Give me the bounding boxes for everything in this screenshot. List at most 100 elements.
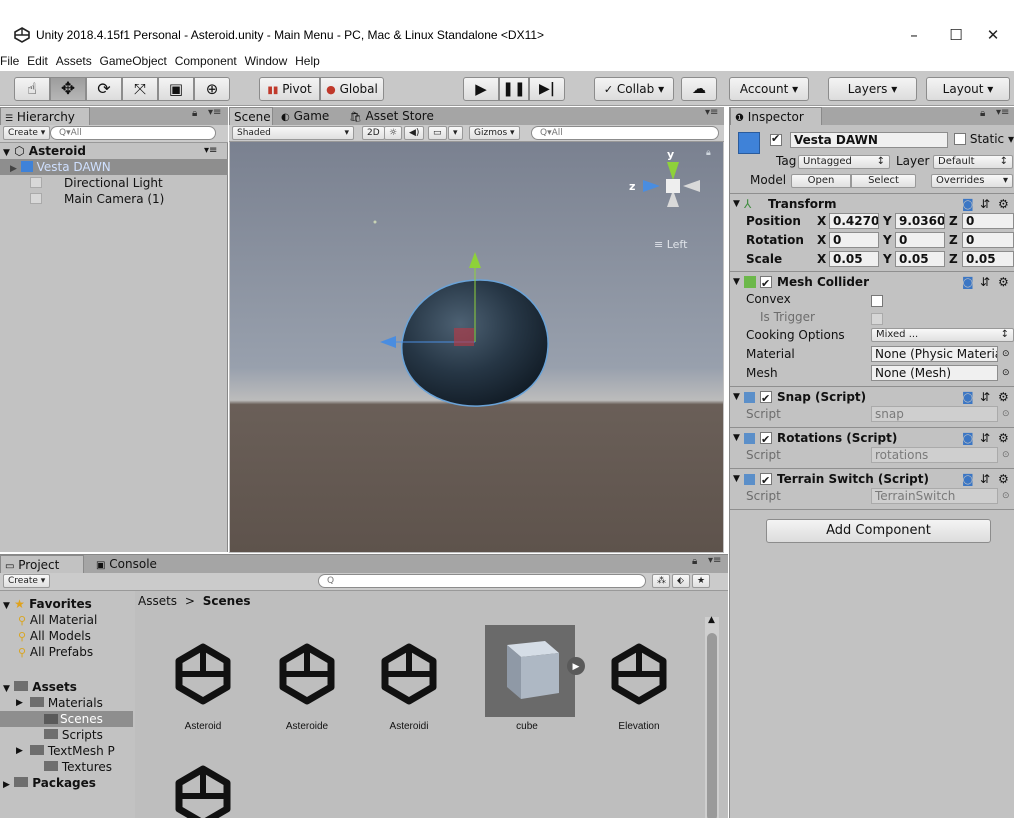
hierarchy-item-vesta-dawn[interactable]: ▶ Vesta DAWN xyxy=(0,159,228,175)
folder-textmesh[interactable]: ▶ TextMesh P xyxy=(16,743,115,759)
lock-icon[interactable]: 🔒︎ xyxy=(192,108,197,119)
tab-project[interactable]: ▭ Project xyxy=(0,555,84,573)
tag-dropdown[interactable]: Untagged ↕ xyxy=(798,155,890,169)
lock-icon[interactable]: 🔒︎ xyxy=(980,108,985,119)
menu-window[interactable]: Window xyxy=(245,51,288,71)
transform-tool-button[interactable]: ⊕ xyxy=(194,77,230,101)
breadcrumb-scenes[interactable]: Scenes xyxy=(203,594,251,608)
material-object-field[interactable]: None (Physic Materia xyxy=(871,346,998,362)
account-dropdown[interactable]: Account ▾ xyxy=(729,77,809,101)
filter-type-button[interactable]: ⁂ xyxy=(652,574,670,588)
project-search-input[interactable]: Q xyxy=(318,574,646,588)
transform-header[interactable]: ▼ ⅄ Transform ◙ ⇵ ⚙ xyxy=(730,193,1014,213)
effects-toggle[interactable]: ▭ xyxy=(428,126,447,140)
hierarchy-item-main-camera[interactable]: Main Camera (1) xyxy=(0,191,228,207)
view-mode-label[interactable]: ≡ Left xyxy=(654,238,687,251)
panel-menu-icon[interactable]: ▾≡ xyxy=(705,107,718,118)
hierarchy-scene-row[interactable]: ▼ ⬡ Asteroid ▾≡ xyxy=(0,143,228,159)
panel-menu-icon[interactable]: ▾≡ xyxy=(996,107,1009,118)
tab-hierarchy[interactable]: ☰ Hierarchy xyxy=(0,107,90,125)
preset-icon[interactable]: ⇵ xyxy=(980,194,990,214)
2d-toggle[interactable]: 2D xyxy=(362,126,385,140)
lighting-toggle[interactable]: ☼ xyxy=(384,126,403,140)
gear-icon[interactable]: ⚙ xyxy=(998,272,1009,292)
scene-search-input[interactable]: Q▾All xyxy=(531,126,719,140)
hand-tool-button[interactable]: ☝ xyxy=(14,77,50,101)
scroll-up-icon[interactable]: ▲ xyxy=(708,615,715,625)
panel-menu-icon[interactable]: ▾≡ xyxy=(708,555,721,566)
scene-menu-icon[interactable]: ▾≡ xyxy=(204,143,217,159)
project-create-button[interactable]: Create ▾ xyxy=(3,574,51,588)
scale-x-field[interactable]: 0.05 xyxy=(829,251,879,267)
menu-edit[interactable]: Edit xyxy=(27,51,48,71)
help-icon[interactable]: ◙ xyxy=(962,428,974,448)
folder-materials[interactable]: ▶ Materials xyxy=(16,695,103,711)
lock-icon[interactable]: 🔒︎ xyxy=(692,556,697,567)
object-picker-icon[interactable]: ⊙ xyxy=(1002,364,1010,382)
preset-icon[interactable]: ⇵ xyxy=(980,272,990,292)
rotation-x-field[interactable]: 0 xyxy=(829,232,879,248)
project-scrollbar[interactable]: ▲ xyxy=(705,615,719,818)
hierarchy-search-input[interactable]: Q▾All xyxy=(50,126,216,140)
asset-asteroid[interactable]: Asteroid xyxy=(155,621,251,741)
scrollbar-thumb[interactable] xyxy=(707,633,717,818)
position-x-field[interactable]: 0.4270 xyxy=(829,213,879,229)
tab-scene[interactable]: Scene xyxy=(229,107,273,125)
snap-enabled-checkbox[interactable] xyxy=(760,389,772,409)
y-axis-handle-icon[interactable] xyxy=(469,252,481,268)
menu-gameobject[interactable]: GameObject xyxy=(100,51,167,71)
is-trigger-checkbox[interactable] xyxy=(871,313,883,325)
menu-component[interactable]: Component xyxy=(175,51,237,71)
z-axis-handle-icon[interactable] xyxy=(380,336,396,348)
add-component-button[interactable]: Add Component xyxy=(766,519,991,543)
step-button[interactable]: ▶| xyxy=(529,77,565,101)
convex-checkbox[interactable] xyxy=(871,295,883,307)
minimize-button[interactable]: – xyxy=(899,24,929,46)
scale-y-field[interactable]: 0.05 xyxy=(895,251,945,267)
cooking-options-dropdown[interactable]: Mixed ... ↕ xyxy=(871,328,1014,342)
rotations-enabled-checkbox[interactable] xyxy=(760,430,772,450)
snap-script-header[interactable]: ▼ Snap (Script) ◙ ⇵ ⚙ xyxy=(730,386,1014,409)
gear-icon[interactable]: ⚙ xyxy=(998,428,1009,448)
expand-asset-icon[interactable]: ▶ xyxy=(567,657,585,675)
scale-tool-button[interactable]: ⤧ xyxy=(122,77,158,101)
hierarchy-create-button[interactable]: Create ▾ xyxy=(3,126,51,140)
filter-label-button[interactable]: ⬖ xyxy=(672,574,690,588)
mesh-collider-enabled-checkbox[interactable] xyxy=(760,274,772,294)
gear-icon[interactable]: ⚙ xyxy=(998,194,1009,214)
preset-icon[interactable]: ⇵ xyxy=(980,469,990,489)
audio-toggle[interactable]: ◀) xyxy=(404,126,425,140)
orientation-gizmo[interactable] xyxy=(643,162,700,207)
asset-elevation[interactable]: Elevation xyxy=(591,621,687,741)
terrain-switch-script-header[interactable]: ▼ Terrain Switch (Script) ◙ ⇵ ⚙ xyxy=(730,468,1014,491)
menu-assets[interactable]: Assets xyxy=(56,51,92,71)
collab-button[interactable]: ✓ Collab ▾ xyxy=(594,77,674,101)
preset-icon[interactable]: ⇵ xyxy=(980,428,990,448)
model-select-button[interactable]: Select xyxy=(851,174,916,188)
layer-dropdown[interactable]: Default ↕ xyxy=(933,155,1013,169)
cloud-button[interactable]: ☁ xyxy=(681,77,717,101)
folder-scripts[interactable]: Scripts xyxy=(44,727,103,743)
help-icon[interactable]: ◙ xyxy=(962,387,974,407)
rotations-script-header[interactable]: ▼ Rotations (Script) ◙ ⇵ ⚙ xyxy=(730,427,1014,450)
hierarchy-item-directional-light[interactable]: Directional Light xyxy=(0,175,228,191)
rect-tool-button[interactable]: ▣ xyxy=(158,77,194,101)
help-icon[interactable]: ◙ xyxy=(962,469,974,489)
asset-asteroidi[interactable]: Asteroidi xyxy=(361,621,457,741)
tab-game[interactable]: ◐ Game xyxy=(277,107,339,125)
scale-z-field[interactable]: 0.05 xyxy=(962,251,1014,267)
effects-dropdown[interactable]: ▾ xyxy=(448,126,463,140)
rotation-y-field[interactable]: 0 xyxy=(895,232,945,248)
favorites-row[interactable]: ▼ ★ Favorites xyxy=(0,596,92,612)
favorite-all-prefabs[interactable]: ⚲ All Prefabs xyxy=(18,644,93,660)
move-tool-button[interactable]: ✥ xyxy=(50,77,86,101)
tab-console[interactable]: ▣ Console xyxy=(92,555,168,573)
gear-icon[interactable]: ⚙ xyxy=(998,469,1009,489)
active-checkbox[interactable] xyxy=(770,132,782,147)
layout-dropdown[interactable]: Layout ▾ xyxy=(926,77,1010,101)
gizmo-lock-icon[interactable]: 🔒︎ xyxy=(706,148,711,158)
maximize-button[interactable]: ☐ xyxy=(941,24,971,46)
breadcrumb-assets[interactable]: Assets xyxy=(138,594,177,608)
mesh-collider-header[interactable]: ▼ Mesh Collider ◙ ⇵ ⚙ xyxy=(730,271,1014,294)
static-toggle[interactable]: Static ▾ xyxy=(954,132,1014,146)
